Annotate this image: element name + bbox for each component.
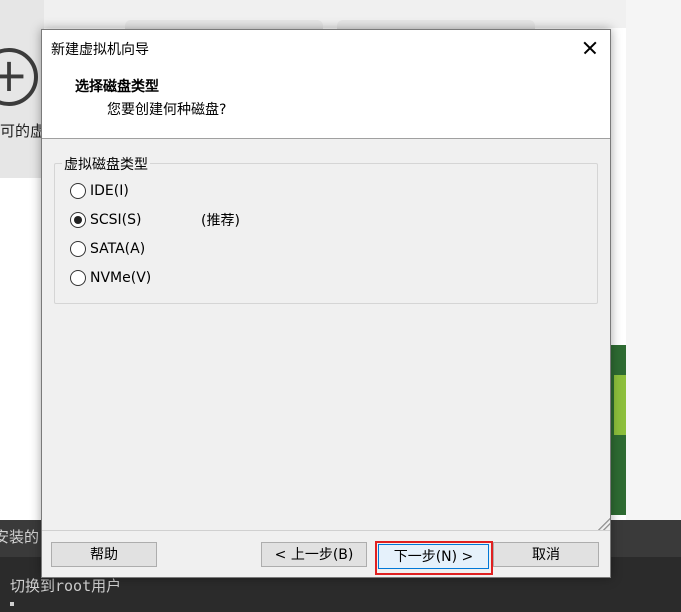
- new-vm-wizard-dialog: 新建虚拟机向导 选择磁盘类型 您要创建何种磁盘? 虚拟磁盘类型 IDE(I) S…: [41, 29, 611, 578]
- recommended-note: (推荐): [201, 213, 240, 229]
- radio-button[interactable]: [70, 270, 86, 286]
- dialog-titlebar[interactable]: 新建虚拟机向导: [42, 30, 610, 64]
- radio-button-selected[interactable]: [70, 212, 86, 228]
- radio-option-sata[interactable]: SATA(A): [70, 238, 145, 260]
- annotation-highlight-box: [375, 541, 493, 575]
- back-button[interactable]: < 上一步(B): [261, 542, 367, 567]
- resize-grip[interactable]: [598, 518, 610, 530]
- cancel-button[interactable]: 取消: [493, 542, 599, 567]
- radio-button[interactable]: [70, 241, 86, 257]
- help-button[interactable]: 帮助: [51, 542, 157, 567]
- background-right-strip: [626, 0, 681, 520]
- dialog-title: 新建虚拟机向导: [51, 42, 149, 58]
- console-cursor: [10, 602, 14, 606]
- step-subtitle: 您要创建何种磁盘?: [107, 102, 227, 118]
- radio-button[interactable]: [70, 183, 86, 199]
- background-bottom-label: 安装的: [0, 528, 40, 546]
- radio-option-nvme[interactable]: NVMe(V): [70, 267, 151, 289]
- group-label: 虚拟磁盘类型: [62, 154, 150, 174]
- radio-option-ide[interactable]: IDE(I): [70, 180, 129, 202]
- radio-label: SCSI(S): [90, 212, 142, 228]
- background-graphic: [610, 345, 626, 515]
- wizard-header: 选择磁盘类型 您要创建何种磁盘?: [42, 64, 610, 139]
- close-icon[interactable]: [572, 32, 608, 62]
- radio-label: IDE(I): [90, 183, 129, 199]
- radio-option-scsi[interactable]: SCSI(S) (推荐): [70, 209, 240, 231]
- radio-label: NVMe(V): [90, 270, 152, 286]
- step-title: 选择磁盘类型: [75, 79, 159, 95]
- radio-label: SATA(A): [90, 241, 146, 257]
- footer-divider: [42, 530, 610, 531]
- background-left-label: 可的虚拟: [0, 122, 44, 140]
- console-text: 切换到root用户: [10, 577, 122, 595]
